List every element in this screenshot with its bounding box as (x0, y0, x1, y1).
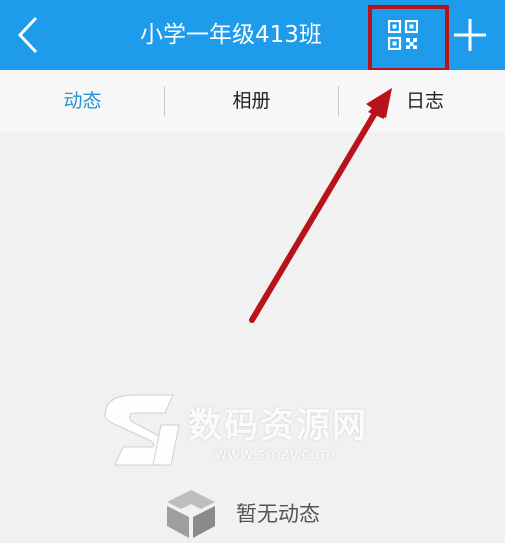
empty-state-text: 暂无动态 (236, 502, 320, 526)
watermark-url: www.smzy.com (214, 444, 336, 463)
empty-box-icon (167, 490, 215, 538)
watermark-text: 数码资源网 (188, 406, 368, 446)
